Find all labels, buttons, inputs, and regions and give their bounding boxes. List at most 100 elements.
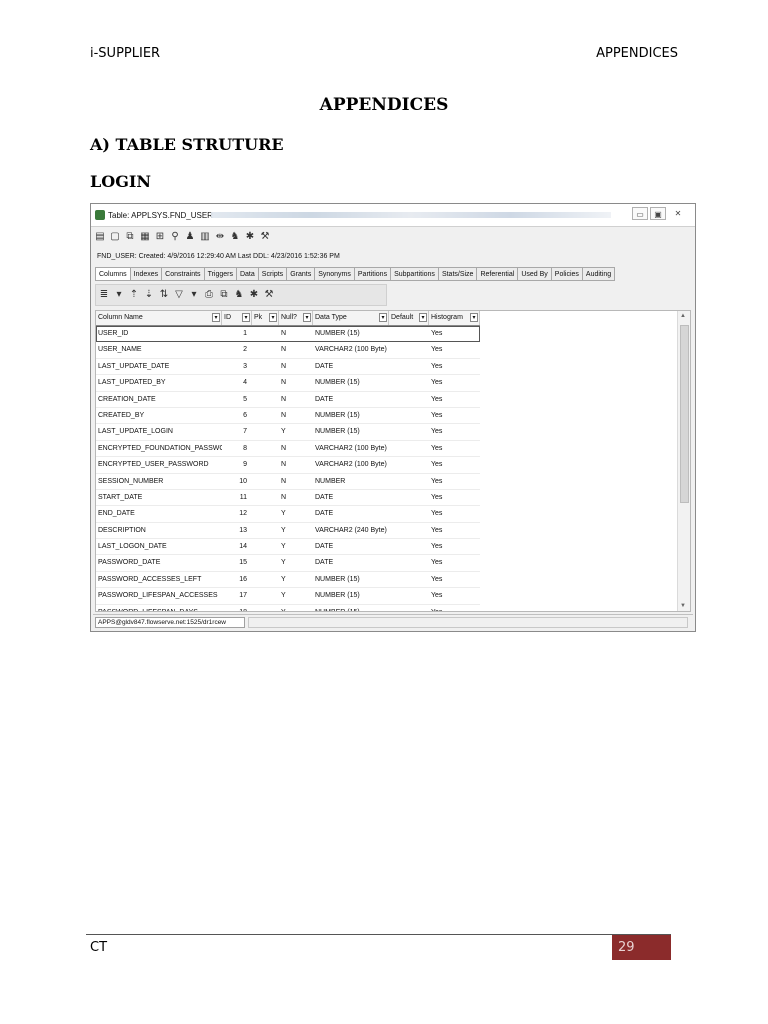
table-cell: NUMBER (15): [315, 330, 360, 337]
column-header-default[interactable]: Default ▾: [389, 311, 429, 325]
table-cell: Y: [281, 510, 286, 518]
table-row[interactable]: DESCRIPTION 13 Y VARCHAR2 (240 Byte) Yes: [96, 523, 480, 540]
scroll-down-icon[interactable]: ▼: [680, 603, 686, 609]
table-cell: N: [281, 346, 287, 354]
tab-partitions[interactable]: Partitions: [354, 267, 392, 281]
export-icon[interactable]: ⧉: [219, 289, 229, 301]
table-row[interactable]: PASSWORD_LIFESPAN_ACCESSES 17 Y NUMBER (15)…: [96, 588, 480, 605]
table-cell: Y: [281, 559, 286, 567]
table-cell: 4: [243, 379, 247, 387]
search-icon[interactable]: ⚲: [170, 231, 180, 243]
table-cell: NUMBER (15): [313, 605, 389, 611]
chevron-down-icon[interactable]: ▾: [114, 289, 124, 301]
chevron-down-icon[interactable]: ▾: [212, 313, 220, 322]
table-cell: 2: [243, 346, 247, 354]
grid-icon[interactable]: ▦: [140, 231, 150, 243]
print-icon[interactable]: ⎙: [204, 289, 214, 301]
tab-policies[interactable]: Policies: [551, 267, 583, 281]
minimize-icon[interactable]: ▭: [632, 207, 648, 220]
table-row[interactable]: ENCRYPTED_USER_PASSWORD 9 N VARCHAR2 (100 B…: [96, 457, 480, 474]
sort-desc-icon[interactable]: ⇣: [144, 289, 154, 301]
person-icon[interactable]: ♞: [230, 231, 240, 243]
table-cell: [252, 441, 279, 456]
table-cell: Yes: [431, 543, 443, 551]
columns-table: Column Name ▾ ID ▾ Pk ▾ Null? ▾ Data Type ▾ Defaul…: [96, 311, 480, 611]
tool-icon[interactable]: ⚒: [264, 289, 274, 301]
column-header-column-name[interactable]: Column Name ▾: [96, 311, 222, 325]
footer-divider: [86, 934, 671, 935]
chevron-down-icon[interactable]: ▾: [419, 313, 427, 322]
tab-stats-size[interactable]: Stats/Size: [438, 267, 478, 281]
sort-clear-icon[interactable]: ⇅: [159, 289, 169, 301]
users-icon[interactable]: ♟: [185, 231, 195, 243]
person-icon[interactable]: ♞: [234, 289, 244, 301]
table-cell: N: [281, 411, 287, 419]
chevron-down-icon[interactable]: ▾: [303, 313, 311, 322]
table-row[interactable]: USER_ID 1 N NUMBER (15) Yes: [96, 326, 480, 343]
tab-referential[interactable]: Referential: [477, 267, 519, 281]
tab-synonyms[interactable]: Synonyms: [315, 267, 355, 281]
maximize-icon[interactable]: ▣: [650, 207, 666, 220]
list-icon[interactable]: ≣: [99, 289, 109, 301]
table-row[interactable]: PASSWORD_ACCESSES_LEFT 16 Y NUMBER (15) Yes: [96, 572, 480, 589]
filter-icon[interactable]: ▽: [174, 289, 184, 301]
new-icon[interactable]: ▢: [110, 231, 120, 243]
table-row[interactable]: CREATED_BY 6 N NUMBER (15) Yes: [96, 408, 480, 425]
run-icon[interactable]: ✱: [249, 289, 259, 301]
table-row[interactable]: END_DATE 12 Y DATE Yes: [96, 506, 480, 523]
table-cell: [252, 605, 279, 611]
section-heading-table-structure: A) TABLE STRUTURE: [90, 135, 284, 154]
table-row[interactable]: LAST_UPDATE_DATE 3 N DATE Yes: [96, 359, 480, 376]
chevron-down-icon[interactable]: ▾: [379, 313, 387, 322]
tool-icon[interactable]: ⚒: [260, 231, 270, 243]
column-header-histogram[interactable]: Histogram ▾: [429, 311, 480, 325]
scrollbar-thumb[interactable]: [680, 325, 689, 503]
tab-constraints[interactable]: Constraints: [162, 267, 205, 281]
columns-grid: Column Name ▾ ID ▾ Pk ▾ Null? ▾ Data Type ▾ Defaul…: [95, 310, 691, 612]
vertical-scrollbar[interactable]: ▲ ▼: [677, 311, 690, 611]
chevron-down-icon[interactable]: ▾: [269, 313, 277, 322]
tab-auditing[interactable]: Auditing: [582, 267, 616, 281]
table-row[interactable]: PASSWORD_LIFESPAN_DAYS18 YNUMBER (15) Yes: [96, 605, 480, 611]
tab-indexes[interactable]: Indexes: [130, 267, 163, 281]
tab-subpartitions[interactable]: Subpartitions: [391, 267, 439, 281]
chevron-down-icon[interactable]: ▾: [242, 313, 250, 322]
tab-triggers[interactable]: Triggers: [204, 267, 237, 281]
column-header-label: Pk: [254, 314, 263, 321]
table-cell: Yes: [431, 559, 443, 567]
tab-columns[interactable]: Columns: [95, 267, 131, 281]
document-icon[interactable]: ▥: [200, 231, 210, 243]
column-header-id[interactable]: ID ▾: [222, 311, 252, 325]
copy-icon[interactable]: ⧉: [125, 231, 135, 243]
close-icon[interactable]: ✕: [670, 207, 686, 220]
table-row[interactable]: SESSION_NUMBER 10 N NUMBER Yes: [96, 474, 480, 490]
tab-data[interactable]: Data: [236, 267, 259, 281]
table-cell: 6: [243, 411, 247, 419]
table-cell: NUMBER (15): [315, 379, 360, 387]
column-header-pk[interactable]: Pk ▾: [252, 311, 279, 325]
table-row[interactable]: CREATION_DATE 5 N DATE Yes: [96, 392, 480, 408]
tab-grants[interactable]: Grants: [287, 267, 316, 281]
tab-scripts[interactable]: Scripts: [258, 267, 288, 281]
table-row[interactable]: PASSWORD_DATE 15 Y DATE Yes: [96, 555, 480, 572]
table-row[interactable]: START_DATE 11 N DATE Yes: [96, 490, 480, 507]
table-cell: DATE: [315, 493, 334, 501]
table-row[interactable]: LAST_UPDATE_LOGIN 7 Y NUMBER (15) Yes: [96, 424, 480, 441]
table-row[interactable]: LAST_UPDATED_BY 4 N NUMBER (15) Yes: [96, 375, 480, 392]
table-cell: [389, 342, 429, 357]
scroll-up-icon[interactable]: ▲: [680, 313, 686, 319]
run-icon[interactable]: ✱: [245, 231, 255, 243]
chevron-down-icon[interactable]: ▾: [470, 313, 478, 322]
chevron-down-icon[interactable]: ▾: [189, 289, 199, 301]
column-header-data-type[interactable]: Data Type ▾: [313, 311, 389, 325]
table-row[interactable]: USER_NAME 2 N VARCHAR2 (100 Byte) Yes: [96, 342, 480, 359]
table-row[interactable]: ENCRYPTED_FOUNDATION_PASSWORD 8 N VARCHAR2 …: [96, 441, 480, 458]
script-icon[interactable]: ▤: [95, 231, 105, 243]
table-cell: CREATION_DATE: [98, 395, 156, 403]
tree-icon[interactable]: ⊞: [155, 231, 165, 243]
column-header-null[interactable]: Null? ▾: [279, 311, 313, 325]
tab-used-by[interactable]: Used By: [518, 267, 552, 281]
sort-asc-icon[interactable]: ⇡: [129, 289, 139, 301]
table-row[interactable]: LAST_LOGON_DATE 14 Y DATE Yes: [96, 539, 480, 556]
link-icon[interactable]: ⇹: [215, 231, 225, 243]
